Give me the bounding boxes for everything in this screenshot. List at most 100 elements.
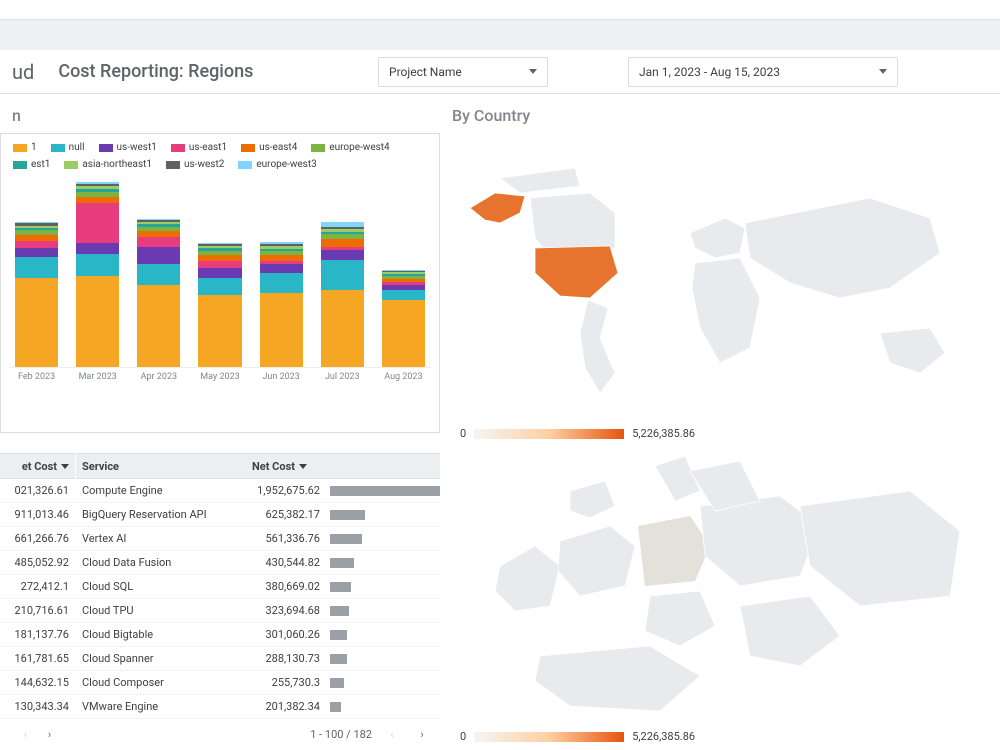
table-row[interactable]: Vertex AI561,336.76 <box>76 527 440 551</box>
legend-swatch <box>13 161 27 169</box>
cell-bar <box>326 486 440 496</box>
table-row[interactable]: 144,632.15 <box>0 671 75 695</box>
chart-plot-area[interactable] <box>9 178 431 368</box>
legend-swatch <box>241 144 255 152</box>
cell-cost: 561,336.76 <box>246 532 326 545</box>
bar-column[interactable] <box>137 178 180 367</box>
table-row[interactable]: Cloud TPU323,694.68 <box>76 599 440 623</box>
cell-cost: 301,060.26 <box>246 628 326 641</box>
hbar <box>330 702 341 712</box>
legend-item[interactable]: asia-northeast1 <box>64 159 152 170</box>
map-region-italy <box>645 591 715 646</box>
table-row[interactable]: 021,326.61 <box>0 479 75 503</box>
cell-bar <box>326 630 440 640</box>
cell-cost: 181,137.76 <box>0 628 75 641</box>
legend-item[interactable]: null <box>51 142 85 153</box>
bar-segment <box>260 264 303 273</box>
legend-item[interactable]: us-east4 <box>241 142 297 153</box>
pager-prev-b[interactable]: ‹ <box>382 724 402 744</box>
cell-service: Cloud SQL <box>76 580 246 593</box>
cell-bar <box>326 606 440 616</box>
legend-label: est1 <box>31 159 50 170</box>
table-row[interactable]: Cloud SQL380,669.02 <box>76 575 440 599</box>
hbar <box>330 630 347 640</box>
bar-column[interactable] <box>15 178 58 367</box>
map-gradient-b <box>474 732 624 742</box>
legend-label: us-west2 <box>184 159 224 170</box>
col-header-net-cost-b[interactable]: Net Cost <box>252 460 295 473</box>
cell-cost: 021,326.61 <box>0 484 75 497</box>
bar-column[interactable] <box>321 178 364 367</box>
table-row[interactable]: 130,343.34 <box>0 695 75 719</box>
world-map[interactable] <box>440 133 1000 423</box>
project-dropdown[interactable]: Project Name <box>378 57 548 87</box>
legend-item[interactable]: us-east1 <box>171 142 227 153</box>
bar-segment <box>15 248 58 257</box>
table-row[interactable]: VMware Engine201,382.34 <box>76 695 440 719</box>
cell-cost: 144,632.15 <box>0 676 75 689</box>
map-gradient <box>474 429 624 439</box>
x-axis-label: Feb 2023 <box>15 372 58 382</box>
legend-item[interactable]: us-west1 <box>99 142 157 153</box>
cell-service: Cloud Composer <box>76 676 246 689</box>
col-header-net-cost-a[interactable]: et Cost <box>22 460 57 473</box>
table-row[interactable]: 911,013.46 <box>0 503 75 527</box>
bar-segment <box>15 257 58 278</box>
legend-item[interactable]: europe-west3 <box>238 159 316 170</box>
bar-column[interactable] <box>382 178 425 367</box>
table-row[interactable]: BigQuery Reservation API625,382.17 <box>76 503 440 527</box>
bar-segment <box>76 243 119 254</box>
x-axis-label: Aug 2023 <box>382 372 425 382</box>
table-row[interactable]: 181,137.76 <box>0 623 75 647</box>
table-row[interactable]: 661,266.76 <box>0 527 75 551</box>
pager-next-a[interactable]: › <box>40 724 60 744</box>
pager-prev-a[interactable]: ‹ <box>16 724 36 744</box>
table-row[interactable]: 161,781.65 <box>0 647 75 671</box>
bar-column[interactable] <box>76 178 119 367</box>
bar-segment <box>76 254 119 276</box>
bar-segment <box>382 290 425 300</box>
cell-service: Cloud TPU <box>76 604 246 617</box>
table-row[interactable]: Cloud Composer255,730.3 <box>76 671 440 695</box>
legend-item[interactable]: est1 <box>13 159 50 170</box>
map-region-uk <box>570 481 615 518</box>
table-row[interactable]: Cloud Bigtable301,060.26 <box>76 623 440 647</box>
bar-segment <box>137 247 180 264</box>
bar-segment <box>321 239 364 247</box>
bar-segment <box>260 293 303 367</box>
world-map-svg <box>440 133 1000 423</box>
table-row[interactable]: 272,412.1 <box>0 575 75 599</box>
hbar <box>330 486 440 496</box>
bar-segment <box>198 295 241 367</box>
map-region-africa <box>692 258 760 363</box>
legend-swatch <box>311 144 325 152</box>
col-header-service[interactable]: Service <box>82 460 119 473</box>
bar-column[interactable] <box>198 178 241 367</box>
table-row[interactable]: 485,052.92 <box>0 551 75 575</box>
hbar <box>330 558 354 568</box>
map-scale-max-b: 5,226,385.86 <box>632 730 695 743</box>
map-region-north-africa <box>535 646 700 711</box>
date-range-dropdown[interactable]: Jan 1, 2023 - Aug 15, 2023 <box>628 57 898 87</box>
legend-item[interactable]: europe-west4 <box>311 142 389 153</box>
cell-bar <box>326 510 440 520</box>
map-region-south-america <box>580 300 615 393</box>
table-row[interactable]: Compute Engine1,952,675.62 <box>76 479 440 503</box>
europe-map[interactable] <box>440 446 1000 726</box>
legend-label: europe-west3 <box>256 159 316 170</box>
legend-item[interactable]: us-west2 <box>166 159 224 170</box>
table-row[interactable]: Cloud Data Fusion430,544.82 <box>76 551 440 575</box>
legend-label: asia-northeast1 <box>82 159 152 170</box>
europe-map-svg <box>440 446 1000 726</box>
header: ud Cost Reporting: Regions Project Name … <box>0 50 1000 94</box>
table-row[interactable]: 210,716.61 <box>0 599 75 623</box>
bar-column[interactable] <box>260 178 303 367</box>
hbar <box>330 654 347 664</box>
legend-swatch <box>166 161 180 169</box>
cell-service: Cloud Spanner <box>76 652 246 665</box>
cost-table-left: et Cost 021,326.61 911,013.46661,266.7648… <box>0 453 76 749</box>
pager-next-b[interactable]: › <box>412 724 432 744</box>
table-row[interactable]: Cloud Spanner288,130.73 <box>76 647 440 671</box>
map-region-alaska <box>470 193 525 223</box>
cell-cost: 130,343.34 <box>0 700 75 713</box>
